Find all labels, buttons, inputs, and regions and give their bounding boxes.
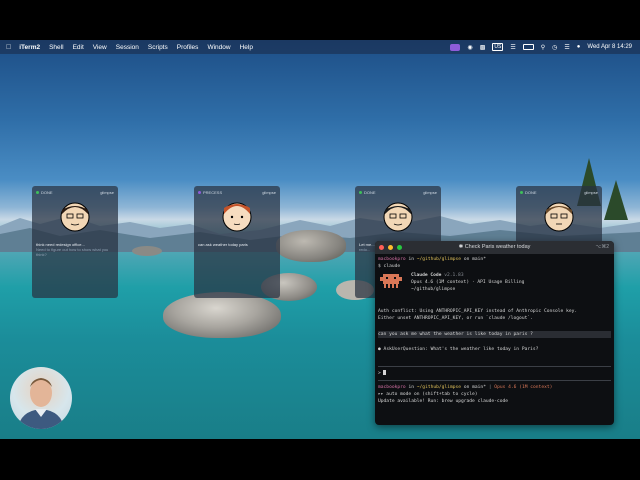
menu-window[interactable]: Window — [207, 44, 230, 51]
menu-app-name[interactable]: iTerm2 — [19, 44, 40, 51]
control-center-icon[interactable]: ☰ — [564, 44, 569, 51]
avatar-face — [383, 202, 413, 232]
banner-title-line: Claude Code v2.1.83 — [411, 273, 464, 278]
text-cursor — [382, 370, 386, 375]
status-dot — [198, 191, 201, 194]
auto-mode-line: ▸▸ auto mode on (shift+tab to cycle) — [378, 392, 478, 397]
status-dir: ~/github/glimpse — [416, 385, 462, 390]
terminal-titlebar[interactable]: ✱ Check Paris weather today ⌥⌘2 — [375, 241, 614, 254]
menu-datetime[interactable]: Wed Apr 8 14:29 — [587, 44, 632, 50]
terminal-title: ✱ Check Paris weather today — [375, 241, 614, 254]
prompt-branch: main* — [472, 257, 486, 262]
pine-tree — [604, 180, 628, 220]
card-text: think need redesign office... Need to fi… — [36, 242, 114, 257]
clock-icon[interactable]: ◷ — [552, 44, 557, 51]
avatar-face — [544, 202, 574, 232]
user-message-text: can you ask me what the weather is like … — [378, 332, 533, 337]
prompt-sep: in — [408, 257, 417, 262]
claude-logo-icon — [380, 274, 402, 288]
menu-view[interactable]: View — [93, 44, 107, 51]
command-line: $ claude — [378, 264, 401, 269]
input-source-badge[interactable]: US — [492, 43, 504, 51]
menu-scripts[interactable]: Scripts — [148, 44, 168, 51]
status-sep: in — [408, 385, 417, 390]
auth-warning-2: Either unset ANTHROPIC_API_KEY, or run `… — [378, 316, 533, 321]
prompt-on: on — [463, 257, 473, 262]
user-message: can you ask me what the weather is like … — [378, 332, 533, 337]
card-header: DONE glimpse — [520, 189, 598, 196]
menu-help[interactable]: Help — [240, 44, 253, 51]
status-model: Opus 4.6 (1M context) — [494, 385, 553, 390]
card-header: DONE glimpse — [359, 189, 437, 196]
banner-name: Claude Code — [411, 273, 442, 278]
auth-warning-1: Auth conflict: Using ANTHROPIC_API_KEY i… — [378, 309, 578, 314]
letterbox-top — [0, 0, 640, 40]
card-repo: glimpse — [423, 190, 437, 195]
person-icon — [18, 378, 64, 429]
input-prompt-symbol: > — [378, 371, 381, 376]
menu-session[interactable]: Session — [116, 44, 139, 51]
status-host: macbookpro — [378, 385, 406, 390]
banner-path: ~/github/glimpse — [411, 287, 456, 292]
shield-icon[interactable]: ◉ — [467, 44, 472, 51]
tool-line-text: AskUserQuestion: What's the weather like… — [383, 347, 539, 352]
card-status: DONE — [41, 190, 53, 195]
banner-model: Opus 4.6 (1M context) · API Usage Billin… — [411, 280, 525, 285]
card-text: can ask weather today paris — [198, 242, 276, 247]
input-divider-bottom — [378, 380, 611, 381]
status-dot — [359, 191, 362, 194]
terminal-title-text: Check Paris weather today — [464, 244, 531, 250]
wifi-icon[interactable]: ☰ — [510, 44, 515, 51]
rock — [163, 292, 281, 338]
banner-version: v2.1.83 — [444, 273, 464, 278]
rock — [132, 246, 162, 256]
status-dot — [520, 191, 523, 194]
menu-edit[interactable]: Edit — [73, 44, 84, 51]
status-branch: main* — [472, 385, 486, 390]
menu-profiles[interactable]: Profiles — [177, 44, 199, 51]
avatar-face — [60, 202, 90, 232]
status-area: ◉ ▩ US ☰ ⚲ ◷ ☰ ● Wed Apr 8 14:29 — [450, 40, 632, 54]
card-status: PRECESS — [203, 190, 223, 195]
prompt-line: macbookpro in ~/github/glimpse on main* — [378, 257, 486, 262]
letterbox-bottom — [0, 439, 640, 480]
menu-shell[interactable]: Shell — [49, 44, 63, 51]
terminal-shortcut: ⌥⌘2 — [595, 244, 609, 250]
update-line: Update available! Run: brew upgrade clau… — [378, 399, 508, 404]
display-icon[interactable]: ▩ — [480, 44, 486, 51]
avatar-face — [222, 202, 252, 232]
card-repo: glimpse — [262, 190, 276, 195]
siri-icon[interactable]: ● — [577, 44, 581, 50]
prompt-host: macbookpro — [378, 257, 406, 262]
card-header: PRECESS glimpse — [198, 189, 276, 196]
apple-icon[interactable]:  — [6, 44, 11, 51]
card-submessage: Need to figure out how to show what you … — [36, 247, 109, 257]
input-divider-top — [378, 366, 611, 367]
webcam-overlay — [10, 367, 72, 429]
agent-card[interactable]: DONE glimpse think need redesign office.… — [32, 186, 118, 298]
card-message: can ask weather today paris — [198, 242, 248, 247]
terminal-window[interactable]: ✱ Check Paris weather today ⌥⌘2 macbookp… — [375, 241, 614, 425]
menu-bar:  iTerm2 Shell Edit View Session Scripts… — [0, 40, 640, 54]
card-header: DONE glimpse — [36, 189, 114, 196]
card-repo: glimpse — [100, 190, 114, 195]
tool-line: ● AskUserQuestion: What's the weather li… — [378, 347, 538, 352]
status-prompt-line: macbookpro in ~/github/glimpse on main* … — [378, 385, 552, 390]
card-status: DONE — [364, 190, 376, 195]
status-on: on — [463, 385, 473, 390]
search-icon[interactable]: ⚲ — [541, 44, 545, 51]
battery-icon[interactable] — [522, 44, 534, 50]
prompt-dir: ~/github/glimpse — [416, 257, 462, 262]
input-box[interactable]: > — [378, 370, 386, 376]
card-repo: glimpse — [584, 190, 598, 195]
agent-card[interactable]: PRECESS glimpse can ask weather today pa… — [194, 186, 280, 298]
rock — [276, 230, 346, 262]
status-dot — [36, 191, 39, 194]
desktop:  iTerm2 Shell Edit View Session Scripts… — [0, 40, 640, 439]
app-status-icon[interactable] — [450, 43, 461, 51]
card-status: DONE — [525, 190, 537, 195]
